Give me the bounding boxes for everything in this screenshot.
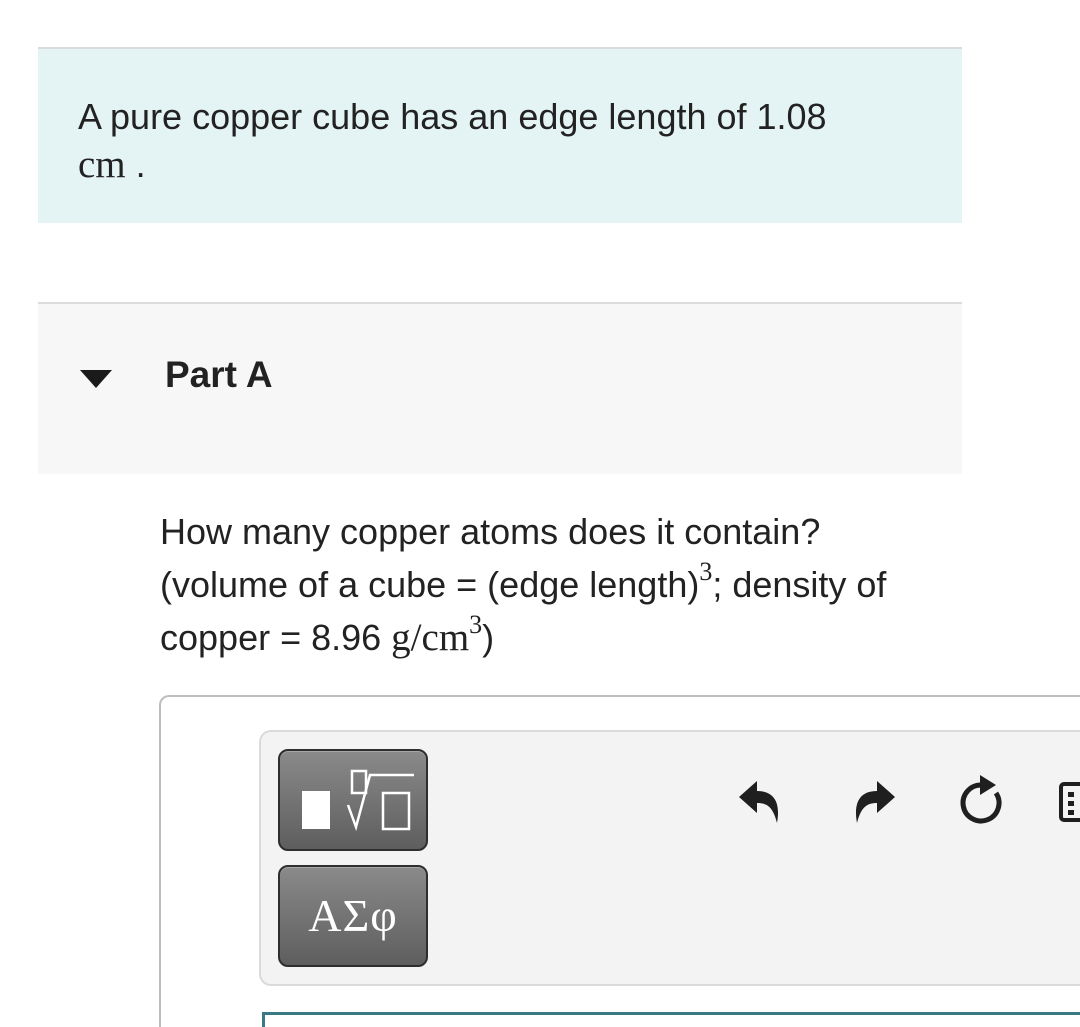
intro-unit: cm (78, 143, 126, 186)
undo-icon (739, 781, 779, 823)
exponent-volume: 3 (699, 557, 713, 586)
collapse-caret-icon[interactable] (80, 370, 112, 388)
redo-icon (855, 781, 895, 823)
symbols-button[interactable]: ΑΣφ (278, 865, 428, 967)
reset-button[interactable] (950, 769, 1014, 833)
page: A pure copper cube has an edge length of… (0, 0, 1080, 1027)
exponent-density: 3 (469, 610, 483, 639)
templates-button[interactable] (278, 749, 428, 851)
problem-intro-text: A pure copper cube has an edge length of… (78, 93, 908, 189)
question-line-1: How many copper atoms does it contain? (160, 511, 821, 552)
redo-button[interactable] (843, 769, 907, 833)
keyboard-icon (1059, 782, 1080, 822)
question-line-3b: ) (482, 617, 495, 658)
question-line-3a: copper = 8.96 (160, 617, 392, 658)
density-unit: g/cm (391, 616, 470, 659)
intro-sentence: A pure copper cube has an edge length of… (78, 96, 827, 137)
templates-icon (302, 769, 414, 832)
symbols-label: ΑΣφ (308, 890, 398, 941)
intro-period: . (135, 144, 146, 185)
part-a-header[interactable]: Part A (38, 302, 962, 474)
question-text: How many copper atoms does it contain? (… (160, 505, 970, 664)
keyboard-button[interactable] (1058, 778, 1080, 842)
question-line-2b: ; density of (712, 564, 887, 605)
answer-input[interactable] (262, 1012, 1080, 1027)
question-line-2a: (volume of a cube = (edge length) (160, 564, 700, 605)
part-title: Part A (165, 354, 273, 395)
undo-button[interactable] (727, 769, 791, 833)
problem-intro-box: A pure copper cube has an edge length of… (38, 47, 962, 223)
reset-icon (960, 775, 1002, 824)
